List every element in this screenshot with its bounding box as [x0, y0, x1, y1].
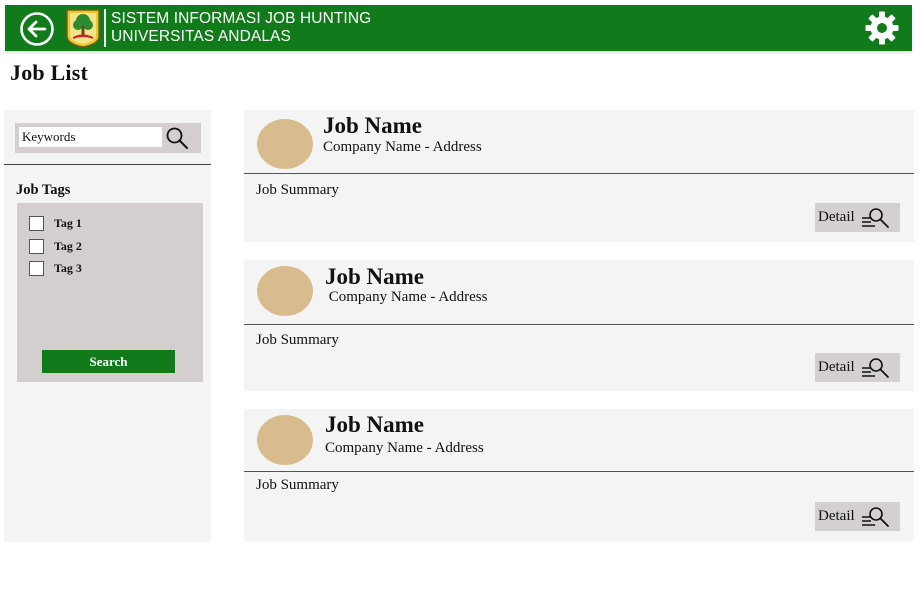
search-icon[interactable]: [165, 126, 189, 150]
app-header: SISTEM INFORMASI JOB HUNTING UNIVERSITAS…: [5, 5, 912, 51]
sidebar-divider: [4, 164, 211, 165]
detail-button[interactable]: Detail: [815, 502, 900, 531]
company-address: Company Name - Address: [325, 440, 484, 456]
back-arrow-icon[interactable]: [19, 11, 55, 47]
company-address: Company Name - Address: [323, 139, 482, 155]
detail-button[interactable]: Detail: [815, 203, 900, 232]
app-title: SISTEM INFORMASI JOB HUNTING UNIVERSITAS…: [111, 10, 371, 46]
search-detail-icon: [862, 358, 889, 378]
job-name: Job Name: [325, 264, 425, 289]
search-detail-icon: [862, 507, 889, 527]
tag-option-2[interactable]: Tag 2: [29, 237, 82, 255]
job-card[interactable]: Job Name Company Name - Address Job Summ…: [244, 260, 914, 391]
university-logo: [66, 9, 100, 48]
job-tags-panel: Tag 1 Tag 2 Tag 3 Search: [17, 203, 203, 382]
detail-button[interactable]: Detail: [815, 353, 900, 382]
tag-label: Tag 2: [54, 238, 82, 253]
tag-option-3[interactable]: Tag 3: [29, 259, 82, 277]
search-button[interactable]: Search: [42, 350, 175, 373]
company-avatar: [257, 266, 313, 316]
tag-checkbox[interactable]: [29, 260, 44, 276]
tag-label: Tag 3: [54, 260, 82, 275]
filter-sidebar: Job Tags Tag 1 Tag 2 Tag 3 Search: [4, 110, 211, 542]
job-name: Job Name: [325, 412, 425, 437]
gear-icon[interactable]: [864, 10, 900, 46]
job-card[interactable]: Job Name Company Name - Address Job Summ…: [244, 409, 914, 541]
tag-checkbox[interactable]: [29, 238, 44, 254]
tag-option-1[interactable]: Tag 1: [29, 214, 82, 232]
detail-label: Detail: [818, 209, 855, 225]
keyword-search-input[interactable]: [19, 127, 162, 147]
app-title-line1: SISTEM INFORMASI JOB HUNTING: [111, 10, 372, 27]
app-title-line2: UNIVERSITAS ANDALAS: [111, 28, 291, 45]
company-avatar: [257, 119, 313, 169]
tag-label: Tag 1: [54, 215, 82, 230]
company-avatar: [257, 415, 313, 465]
search-detail-icon: [862, 208, 889, 228]
card-divider: [244, 173, 914, 174]
header-divider: [104, 9, 106, 47]
page-title: Job List: [10, 60, 89, 85]
company-address: Company Name - Address: [325, 289, 488, 305]
card-divider: [244, 324, 914, 325]
detail-label: Detail: [818, 359, 855, 375]
job-summary: Job Summary: [256, 332, 339, 348]
job-summary: Job Summary: [256, 182, 339, 198]
job-summary: Job Summary: [256, 477, 339, 493]
job-tags-heading: Job Tags: [16, 182, 71, 198]
search-bar: [15, 123, 201, 153]
job-card[interactable]: Job Name Company Name - Address Job Summ…: [244, 110, 914, 242]
job-name: Job Name: [323, 113, 423, 138]
tag-checkbox[interactable]: [29, 215, 44, 231]
detail-label: Detail: [818, 508, 855, 524]
card-divider: [244, 471, 914, 472]
